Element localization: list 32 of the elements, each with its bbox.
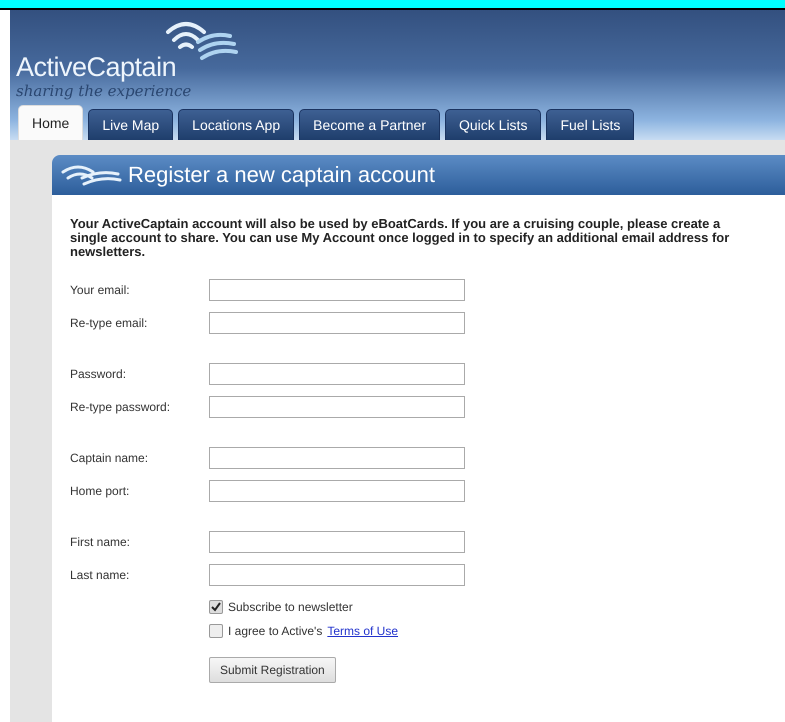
- input-field[interactable]: [209, 312, 465, 334]
- panel-title: Register a new captain account: [128, 162, 435, 188]
- input-field[interactable]: [209, 278, 465, 300]
- nav-tab[interactable]: Fuel Lists: [546, 109, 634, 140]
- input-field[interactable]: [209, 530, 465, 552]
- checkbox[interactable]: [209, 624, 223, 638]
- nav-tab[interactable]: Quick Lists: [444, 109, 542, 140]
- submit-button[interactable]: Submit Registration: [209, 657, 336, 683]
- field-label: Your email:: [70, 282, 131, 296]
- input-field[interactable]: [209, 446, 465, 468]
- field-label: Home port:: [70, 484, 130, 498]
- checkbox-label: I agree to Active's: [228, 624, 322, 638]
- checkbox[interactable]: [209, 600, 223, 614]
- tagline: sharing the experience: [16, 82, 192, 100]
- intro-text: Your ActiveCaptain account will also be used by eBoatCards. If you are a cruising couple, please create a single account to share. You can use My Account once logged in to specify an additional email address for newsletters.: [70, 217, 730, 259]
- field-label: First name:: [70, 534, 132, 548]
- field-label: Captain name:: [70, 450, 150, 464]
- field-label: Re-type email:: [70, 316, 148, 330]
- nav-tab[interactable]: Become a Partner: [299, 109, 440, 140]
- logo-text: ActiveCaptain: [16, 52, 176, 83]
- field-label: Last name:: [70, 568, 130, 582]
- terms-link[interactable]: Terms of Use: [327, 624, 398, 638]
- field-label: Password:: [70, 366, 128, 380]
- input-field[interactable]: [209, 564, 465, 586]
- field-label: Re-type password:: [70, 400, 172, 414]
- input-field[interactable]: [209, 362, 465, 384]
- nav-tab[interactable]: Locations App: [178, 109, 294, 140]
- input-field[interactable]: [209, 396, 465, 418]
- nav-tab[interactable]: Live Map: [88, 109, 174, 140]
- checkbox-label: Subscribe to newsletter: [228, 600, 353, 614]
- input-field[interactable]: [209, 480, 465, 502]
- nav-tab[interactable]: Home: [18, 105, 84, 140]
